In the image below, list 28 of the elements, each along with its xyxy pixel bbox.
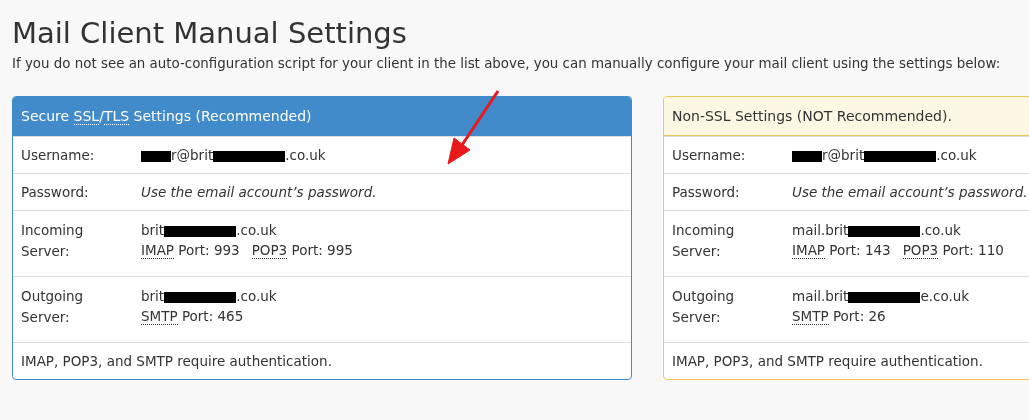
- username-value: r@brit .co.uk: [792, 145, 1029, 165]
- field-label: Outgoing Server:: [21, 287, 85, 327]
- field-label: Username:: [672, 145, 742, 165]
- port-info: IMAP Port: 993: [141, 241, 240, 260]
- field-label: Username:: [21, 145, 91, 165]
- port-info: IMAP Port: 143: [792, 241, 891, 260]
- panel-heading: Secure SSL/TLS Settings (Recommended): [13, 97, 631, 136]
- outgoing-server-host: brit .co.uk: [141, 287, 278, 306]
- field-label: Incoming Server:: [21, 221, 85, 261]
- field-label: Password:: [21, 182, 90, 202]
- page-title: Mail Client Manual Settings: [12, 15, 408, 52]
- incoming-server-host: mail.brit .co.uk: [792, 221, 962, 240]
- port-info: SMTP Port: 465: [141, 307, 244, 326]
- panel-heading: Non-SSL Settings (NOT Recommended).: [664, 97, 1029, 136]
- outgoing-server-host: mail.brit e.co.uk: [792, 287, 971, 306]
- port-info: POP3 Port: 995: [251, 241, 353, 260]
- intro-text: If you do not see an auto-configuration script for your client in the list above, you can manually configure your mail client using the settings below:: [12, 56, 1002, 71]
- field-label: Incoming Server:: [672, 221, 736, 261]
- field-label: Outgoing Server:: [672, 287, 736, 327]
- auth-note: IMAP, POP3, and SMTP require authentication.: [13, 342, 631, 379]
- incoming-server-host: brit .co.uk: [141, 221, 278, 240]
- port-info: POP3 Port: 110: [902, 241, 1004, 260]
- password-hint: Use the email account’s password.: [141, 183, 378, 202]
- username-value: r@brit .co.uk: [141, 145, 623, 165]
- port-info: SMTP Port: 26: [792, 307, 886, 326]
- password-hint: Use the email account’s password.: [792, 183, 1029, 202]
- auth-note: IMAP, POP3, and SMTP require authentication.: [664, 342, 1029, 379]
- field-label: Password:: [672, 182, 741, 202]
